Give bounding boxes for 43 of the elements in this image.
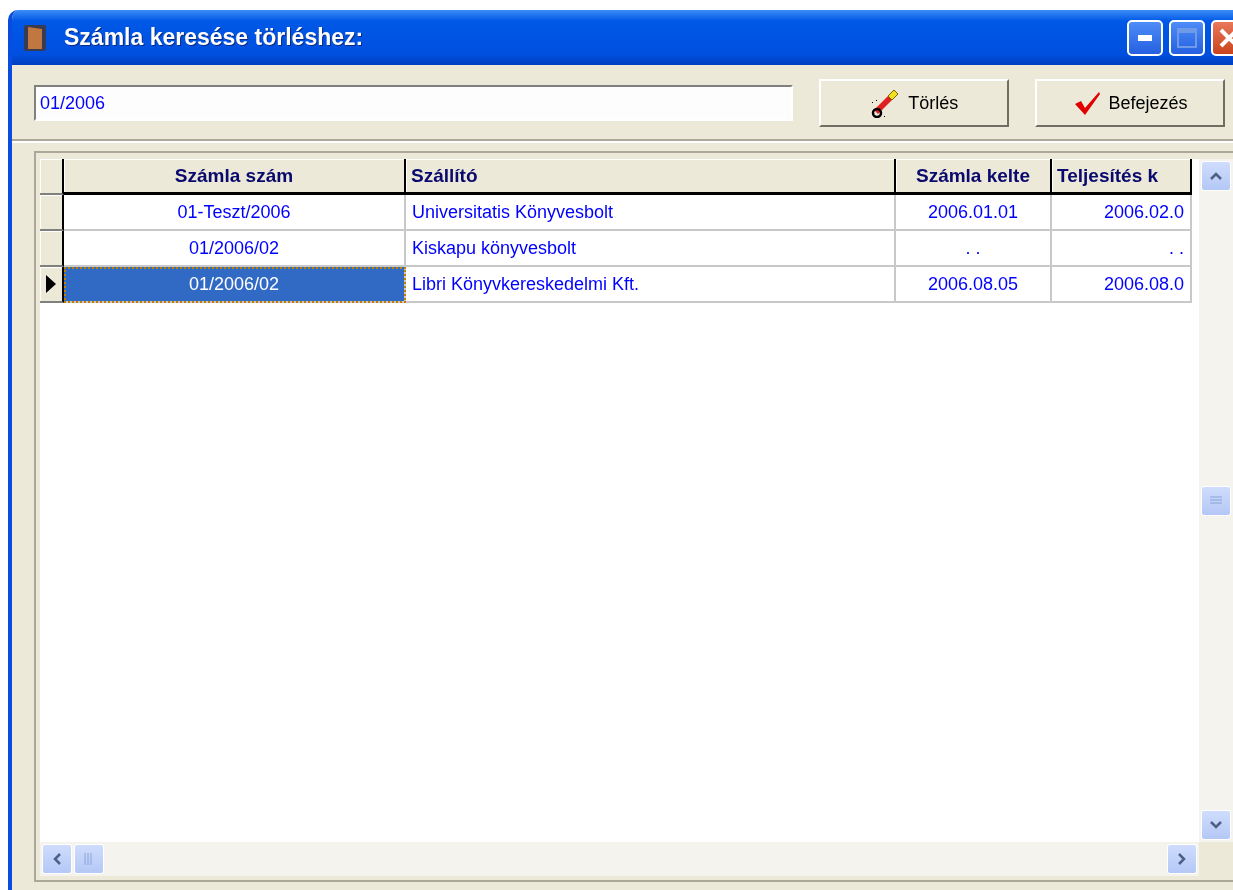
scroll-right-button[interactable] [1167,844,1197,874]
delete-button[interactable]: Törlés [819,79,1010,127]
finish-button[interactable]: Befejezés [1035,79,1225,127]
row-indicator[interactable] [40,231,64,267]
table-cell: 2006.08.05 [896,267,1052,303]
column-header[interactable]: Szállító [406,159,896,195]
close-icon [1219,27,1233,48]
column-header[interactable]: Számla kelte [896,159,1052,195]
window-title: Számla keresése törléshez: [64,24,365,51]
minimize-icon [1138,34,1152,41]
scroll-down-button[interactable] [1201,810,1231,840]
search-field[interactable]: 01/2006 [34,85,794,121]
table-cell: . . [896,231,1052,267]
table-cell: Libri Könyvkereskedelmi Kft. [406,267,896,303]
horizontal-scrollbar[interactable] [40,842,1199,876]
scroll-up-button[interactable] [1201,161,1231,191]
column-header[interactable]: Számla szám [64,159,406,195]
table-cell: 01/2006/02 [64,231,406,267]
table-cell: 2006.08.0 [1052,267,1192,303]
grip-icon [1210,495,1222,506]
table-cell: Kiskapu könyvesbolt [406,231,896,267]
header-corner [40,159,64,195]
book-icon [22,22,48,53]
column-header[interactable]: Teljesítés k [1052,159,1192,195]
vertical-scrollbar[interactable] [1199,159,1233,842]
table-cell: 2006.01.01 [896,195,1052,231]
table-cell: Universitatis Könyvesbolt [406,195,896,231]
eraser-icon [870,88,901,118]
row-indicator[interactable] [40,195,64,231]
minimize-button[interactable] [1127,19,1163,56]
current-row-icon [45,274,57,294]
scroll-thumb[interactable] [74,844,104,874]
grip-icon [84,853,94,865]
table-cell: 01/2006/02 [64,267,406,303]
scroll-thumb[interactable] [1201,485,1231,516]
scroll-left-button[interactable] [42,844,72,874]
table-cell: 01-Teszt/2006 [64,195,406,231]
maximize-icon [1177,27,1197,48]
table-cell: 2006.02.0 [1052,195,1192,231]
maximize-button[interactable] [1169,19,1205,56]
checkmark-icon [1072,90,1101,116]
row-indicator[interactable] [40,267,64,303]
table-cell: . . [1052,231,1192,267]
